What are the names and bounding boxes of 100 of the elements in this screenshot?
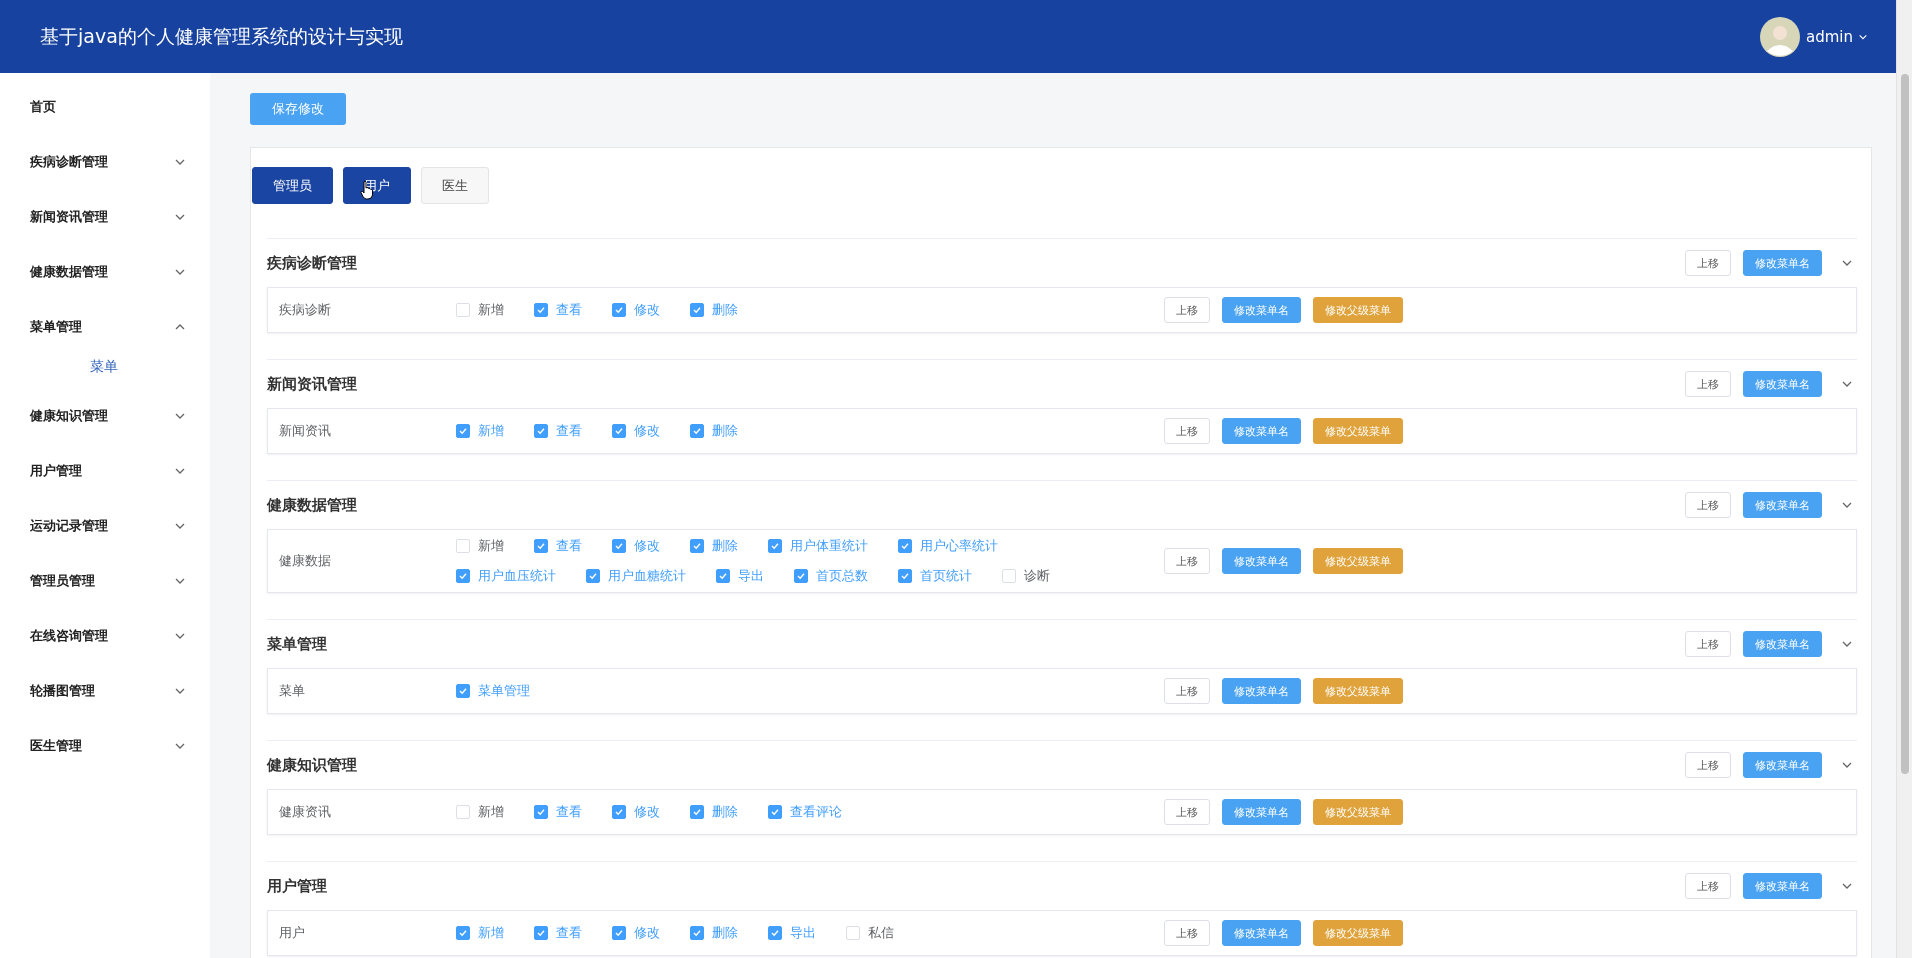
checkbox[interactable] <box>768 926 782 940</box>
change-parent-button[interactable]: 修改父级菜单 <box>1313 418 1403 444</box>
change-parent-button[interactable]: 修改父级菜单 <box>1313 678 1403 704</box>
checkbox[interactable] <box>456 424 470 438</box>
sidebar-item[interactable]: 在线咨询管理 <box>0 608 210 663</box>
permission-label[interactable]: 删除 <box>712 537 738 555</box>
sidebar-item[interactable]: 首页 <box>0 79 210 134</box>
checkbox[interactable] <box>456 926 470 940</box>
move-up-button[interactable]: 上移 <box>1164 418 1210 444</box>
move-up-button[interactable]: 上移 <box>1685 873 1731 899</box>
change-parent-button[interactable]: 修改父级菜单 <box>1313 548 1403 574</box>
change-parent-button[interactable]: 修改父级菜单 <box>1313 297 1403 323</box>
sidebar-item[interactable]: 管理员管理 <box>0 553 210 608</box>
checkbox[interactable] <box>768 805 782 819</box>
permission-label[interactable]: 修改 <box>634 803 660 821</box>
rename-button[interactable]: 修改菜单名 <box>1743 752 1822 778</box>
permission-label[interactable]: 查看 <box>556 537 582 555</box>
permission-label[interactable]: 用户血压统计 <box>478 567 556 585</box>
permission-label[interactable]: 新增 <box>478 924 504 942</box>
checkbox[interactable] <box>612 303 626 317</box>
permission-label[interactable]: 查看 <box>556 422 582 440</box>
move-up-button[interactable]: 上移 <box>1685 371 1731 397</box>
rename-button[interactable]: 修改菜单名 <box>1743 873 1822 899</box>
permission-label[interactable]: 删除 <box>712 422 738 440</box>
permission-label[interactable]: 首页总数 <box>816 567 868 585</box>
save-button[interactable]: 保存修改 <box>250 93 346 125</box>
rename-button[interactable]: 修改菜单名 <box>1222 920 1301 946</box>
checkbox[interactable] <box>690 926 704 940</box>
checkbox[interactable] <box>690 424 704 438</box>
move-up-button[interactable]: 上移 <box>1685 492 1731 518</box>
move-up-button[interactable]: 上移 <box>1685 631 1731 657</box>
sidebar-item[interactable]: 轮播图管理 <box>0 663 210 718</box>
checkbox[interactable] <box>612 926 626 940</box>
rename-button[interactable]: 修改菜单名 <box>1222 548 1301 574</box>
avatar-icon[interactable] <box>1760 16 1800 57</box>
permission-label[interactable]: 新增 <box>478 803 504 821</box>
rename-button[interactable]: 修改菜单名 <box>1743 371 1822 397</box>
checkbox[interactable] <box>898 569 912 583</box>
permission-label[interactable]: 诊断 <box>1024 567 1050 585</box>
checkbox[interactable] <box>456 569 470 583</box>
checkbox[interactable] <box>534 539 548 553</box>
checkbox[interactable] <box>716 569 730 583</box>
permission-label[interactable]: 新增 <box>478 537 504 555</box>
checkbox[interactable] <box>534 805 548 819</box>
permission-label[interactable]: 删除 <box>712 924 738 942</box>
sidebar-item[interactable]: 运动记录管理 <box>0 498 210 553</box>
checkbox[interactable] <box>456 684 470 698</box>
rename-button[interactable]: 修改菜单名 <box>1743 250 1822 276</box>
checkbox[interactable] <box>612 539 626 553</box>
rename-button[interactable]: 修改菜单名 <box>1222 678 1301 704</box>
permission-label[interactable]: 修改 <box>634 422 660 440</box>
permission-label[interactable]: 修改 <box>634 301 660 319</box>
sidebar-item[interactable]: 疾病诊断管理 <box>0 134 210 189</box>
rename-button[interactable]: 修改菜单名 <box>1222 418 1301 444</box>
role-tab[interactable]: 管理员 <box>252 167 333 204</box>
checkbox[interactable] <box>612 424 626 438</box>
move-up-button[interactable]: 上移 <box>1164 920 1210 946</box>
permission-label[interactable]: 私信 <box>868 924 894 942</box>
permission-label[interactable]: 查看 <box>556 924 582 942</box>
permission-label[interactable]: 新增 <box>478 301 504 319</box>
sidebar-item[interactable]: 新闻资讯管理 <box>0 189 210 244</box>
checkbox[interactable] <box>586 569 600 583</box>
checkbox[interactable] <box>690 539 704 553</box>
permission-label[interactable]: 查看评论 <box>790 803 842 821</box>
checkbox[interactable] <box>690 805 704 819</box>
rename-button[interactable]: 修改菜单名 <box>1743 492 1822 518</box>
sidebar-item[interactable]: 健康知识管理 <box>0 388 210 443</box>
sidebar-item[interactable]: 健康数据管理 <box>0 244 210 299</box>
sidebar-item[interactable]: 医生管理 <box>0 718 210 773</box>
checkbox[interactable] <box>768 539 782 553</box>
rename-button[interactable]: 修改菜单名 <box>1222 799 1301 825</box>
permission-label[interactable]: 用户血糖统计 <box>608 567 686 585</box>
permission-label[interactable]: 查看 <box>556 301 582 319</box>
checkbox[interactable] <box>898 539 912 553</box>
permission-label[interactable]: 用户心率统计 <box>920 537 998 555</box>
move-up-button[interactable]: 上移 <box>1164 297 1210 323</box>
rename-button[interactable]: 修改菜单名 <box>1222 297 1301 323</box>
permission-label[interactable]: 修改 <box>634 537 660 555</box>
user-name[interactable]: admin <box>1806 27 1853 46</box>
checkbox[interactable] <box>534 303 548 317</box>
permission-label[interactable]: 用户体重统计 <box>790 537 868 555</box>
rename-button[interactable]: 修改菜单名 <box>1743 631 1822 657</box>
change-parent-button[interactable]: 修改父级菜单 <box>1313 799 1403 825</box>
permission-label[interactable]: 新增 <box>478 422 504 440</box>
scrollbar[interactable] <box>1896 0 1912 958</box>
permission-label[interactable]: 导出 <box>738 567 764 585</box>
permission-label[interactable]: 修改 <box>634 924 660 942</box>
move-up-button[interactable]: 上移 <box>1164 799 1210 825</box>
move-up-button[interactable]: 上移 <box>1685 250 1731 276</box>
checkbox[interactable] <box>690 303 704 317</box>
permission-label[interactable]: 导出 <box>790 924 816 942</box>
change-parent-button[interactable]: 修改父级菜单 <box>1313 920 1403 946</box>
permission-label[interactable]: 首页统计 <box>920 567 972 585</box>
role-tab[interactable]: 医生 <box>421 167 489 204</box>
permission-label[interactable]: 删除 <box>712 301 738 319</box>
move-up-button[interactable]: 上移 <box>1164 548 1210 574</box>
move-up-button[interactable]: 上移 <box>1164 678 1210 704</box>
checkbox[interactable] <box>612 805 626 819</box>
permission-label[interactable]: 删除 <box>712 803 738 821</box>
checkbox[interactable] <box>794 569 808 583</box>
